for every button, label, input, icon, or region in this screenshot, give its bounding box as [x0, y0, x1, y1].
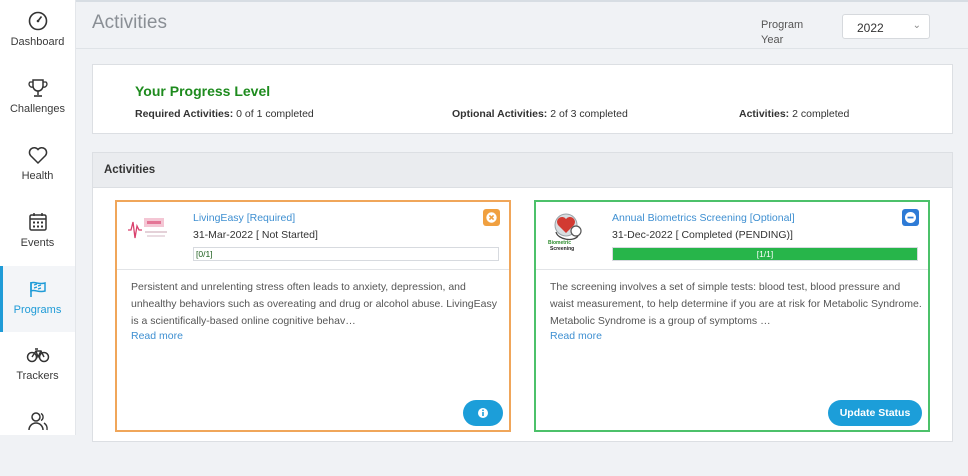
program-year-select[interactable]: 2022 ⌄ [842, 14, 930, 39]
progress-card: Your Progress Level Required Activities:… [92, 64, 953, 134]
page-title: Activities [92, 12, 167, 33]
chevron-down-icon: ⌄ [912, 20, 921, 31]
flag-icon [29, 281, 46, 297]
bicycle-icon [26, 348, 49, 363]
active-indicator [0, 266, 3, 332]
sidebar-item-label: Dashboard [10, 36, 65, 48]
status-close-icon[interactable] [483, 209, 500, 226]
sidebar-item-label: Events [20, 237, 55, 249]
sidebar-item-trackers[interactable]: Trackers [0, 344, 75, 410]
heart-icon [28, 147, 47, 165]
sidebar-item-health[interactable]: Health [0, 144, 75, 210]
sidebar-item-dashboard[interactable]: Dashboard [0, 10, 75, 76]
sidebar-item-label: Trackers [16, 370, 59, 382]
stat-value: 2 of 3 completed [550, 108, 628, 120]
required-activities-stat: Required Activities: 0 of 1 completed [135, 108, 314, 120]
stat-value: 2 completed [792, 108, 850, 120]
activity-description: The screening involves a set of simple t… [550, 281, 922, 327]
activity-date-status: 31-Dec-2022 [ Completed (PENDING)] [612, 229, 793, 241]
gauge-icon [28, 11, 47, 31]
card-divider [117, 269, 509, 270]
activities-panel-header: Activities [93, 153, 952, 188]
sidebar-item-label: Programs [13, 304, 62, 316]
activity-title-link[interactable]: Annual Biometrics Screening [Optional] [612, 212, 795, 224]
activity-title-link[interactable]: LivingEasy [Required] [193, 212, 295, 224]
info-button[interactable] [463, 400, 503, 426]
header-divider [76, 48, 968, 49]
activity-progress-bar: [0/1] [193, 247, 499, 261]
sidebar-item-programs[interactable]: Programs [0, 266, 75, 332]
people-icon [27, 412, 48, 431]
top-border [0, 0, 968, 2]
card-divider [536, 269, 928, 270]
calendar-icon [28, 213, 47, 231]
activities-panel: Activities LivingEasy [Required] 31-Mar-… [92, 152, 953, 442]
sidebar-item-people[interactable] [0, 410, 75, 476]
svg-text:Screening: Screening [550, 246, 574, 252]
activity-date-status: 31-Mar-2022 [ Not Started] [193, 229, 318, 241]
optional-activities-stat: Optional Activities: 2 of 3 completed [452, 108, 628, 120]
activities-panel-title: Activities [104, 164, 156, 176]
status-minus-icon[interactable] [902, 209, 919, 226]
activities-stat: Activities: 2 completed [739, 108, 849, 120]
program-year-value: 2022 [857, 21, 884, 35]
biometric-screening-logo: Biometric Screening [548, 213, 582, 252]
activity-card-biometrics: Biometric Screening Annual Biometrics Sc… [534, 200, 930, 432]
minus-circle-icon [905, 212, 916, 223]
livingeasy-logo [128, 218, 167, 239]
close-x-icon [486, 212, 497, 223]
activity-progress-bar: [1/1] [612, 247, 918, 261]
read-more-link[interactable]: Read more [550, 330, 602, 342]
sidebar-item-label: Challenges [9, 103, 66, 115]
progress-text: [0/1] [196, 249, 213, 259]
progress-title: Your Progress Level [135, 83, 271, 99]
info-icon [478, 408, 488, 418]
read-more-link[interactable]: Read more [131, 330, 183, 342]
activity-description: Persistent and unrelenting stress often … [131, 281, 497, 327]
activity-card-livingeasy: LivingEasy [Required] 31-Mar-2022 [ Not … [115, 200, 511, 432]
stat-label: Optional Activities: [452, 108, 548, 120]
update-status-button[interactable]: Update Status [828, 400, 922, 426]
trophy-icon [27, 79, 48, 97]
sidebar-item-label: Health [21, 170, 54, 182]
program-year-label: Program Year [761, 19, 804, 46]
stat-label: Required Activities: [135, 108, 234, 120]
sidebar: Dashboard Challenges Health Events Progr… [0, 0, 76, 435]
stat-value: 0 of 1 completed [236, 108, 314, 120]
sidebar-item-challenges[interactable]: Challenges [0, 77, 75, 143]
progress-text: [1/1] [756, 249, 774, 259]
stat-label: Activities: [739, 108, 790, 120]
